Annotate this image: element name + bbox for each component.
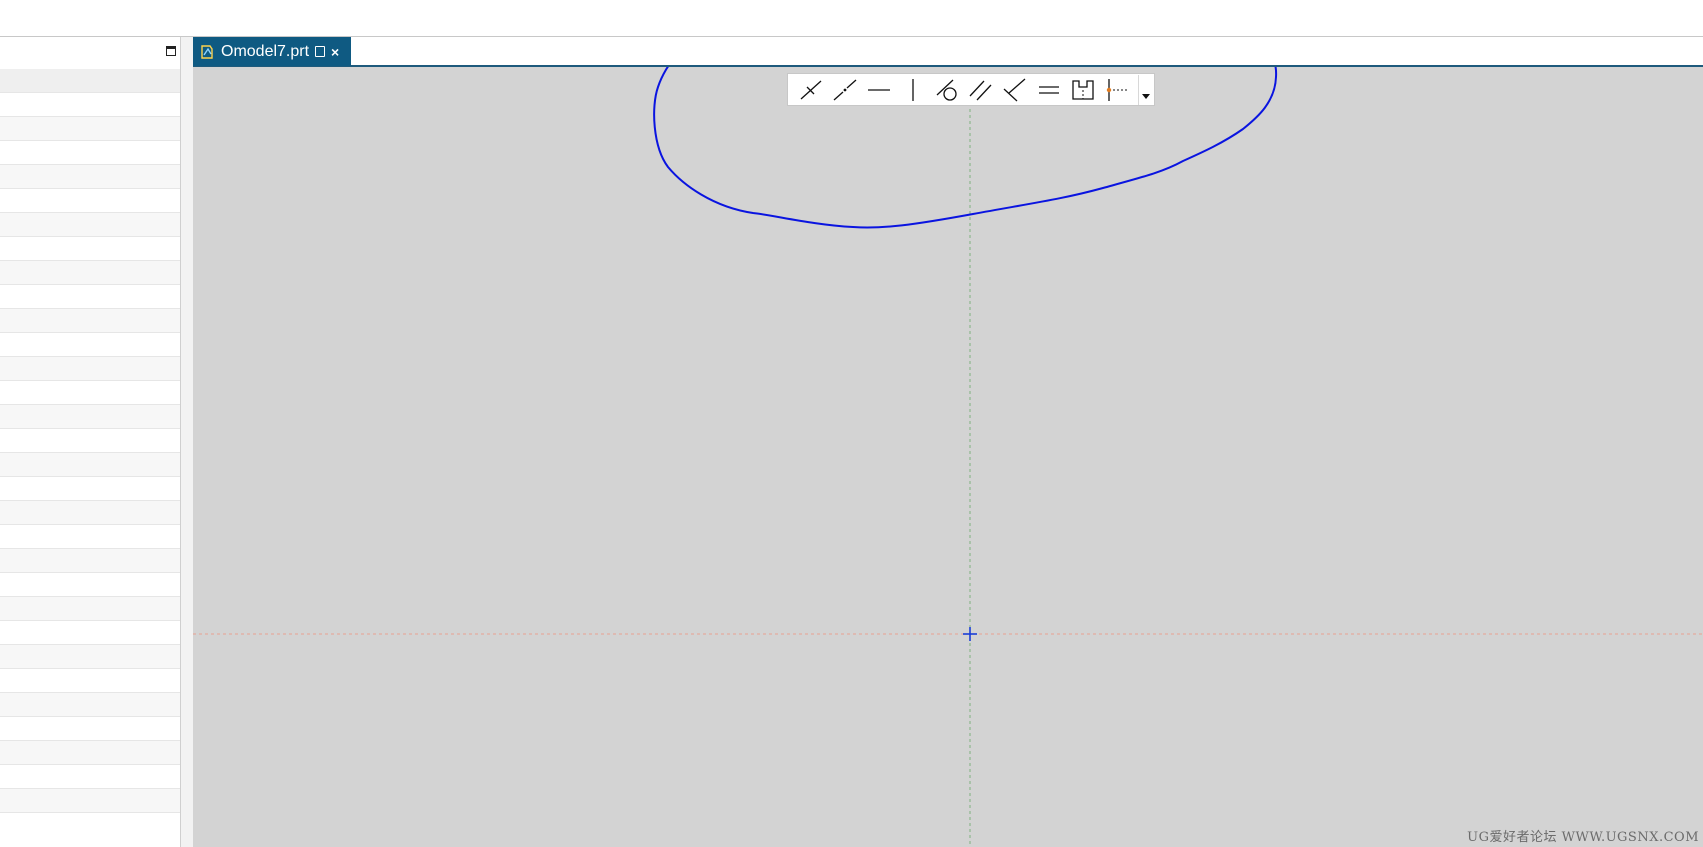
list-item[interactable] xyxy=(0,621,180,645)
navigator-list xyxy=(0,69,180,813)
document-tabbar: Omodel7.prt × xyxy=(193,37,1703,67)
tab-modified-icon xyxy=(315,46,326,57)
sketch-canvas xyxy=(193,67,1703,847)
list-item[interactable] xyxy=(0,549,180,573)
panel-header xyxy=(0,37,180,69)
list-item[interactable] xyxy=(0,93,180,117)
document-tab[interactable]: Omodel7.prt × xyxy=(193,37,351,66)
horizontal-constraint-button[interactable] xyxy=(862,75,896,105)
list-item[interactable] xyxy=(0,693,180,717)
list-item[interactable] xyxy=(0,141,180,165)
perpendicular-constraint-button[interactable] xyxy=(998,75,1032,105)
parallel-icon xyxy=(969,80,992,100)
list-item[interactable] xyxy=(0,333,180,357)
list-item[interactable] xyxy=(0,525,180,549)
list-item[interactable] xyxy=(0,213,180,237)
list-item[interactable] xyxy=(0,165,180,189)
point-on-string-button[interactable] xyxy=(1100,75,1134,105)
midpoint-constraint-button[interactable] xyxy=(1066,75,1100,105)
navigator-column-header[interactable] xyxy=(0,69,180,93)
list-item[interactable] xyxy=(0,381,180,405)
origin-marker xyxy=(963,627,977,641)
ribbon-area xyxy=(0,0,1703,37)
equal-length-icon xyxy=(1039,85,1059,94)
list-item[interactable] xyxy=(0,501,180,525)
vertical-icon xyxy=(912,78,914,101)
list-item[interactable] xyxy=(0,717,180,741)
list-item[interactable] xyxy=(0,309,180,333)
parallel-constraint-button[interactable] xyxy=(964,75,998,105)
list-item[interactable] xyxy=(0,573,180,597)
list-item[interactable] xyxy=(0,765,180,789)
more-tools-dropdown[interactable] xyxy=(1138,74,1152,105)
tab-title: Omodel7.prt xyxy=(221,42,310,60)
vertical-constraint-button[interactable] xyxy=(896,75,930,105)
midpoint-icon xyxy=(1072,79,1094,100)
list-item[interactable] xyxy=(0,405,180,429)
list-item[interactable] xyxy=(0,189,180,213)
list-item[interactable] xyxy=(0,645,180,669)
coincident-constraint-button[interactable] xyxy=(794,75,828,105)
list-item[interactable] xyxy=(0,237,180,261)
list-item[interactable] xyxy=(0,669,180,693)
list-item[interactable] xyxy=(0,429,180,453)
tangent-icon xyxy=(936,79,957,101)
point-on-curve-button[interactable] xyxy=(828,75,862,105)
equal-length-button[interactable] xyxy=(1032,75,1066,105)
watermark: UG爱好者论坛 WWW.UGSNX.COM xyxy=(1467,830,1699,845)
sketch-constraints-toolbar xyxy=(787,73,1155,106)
panel-splitter[interactable] xyxy=(181,37,193,847)
maximize-icon[interactable] xyxy=(166,46,176,56)
graphics-window[interactable]: UG爱好者论坛 WWW.UGSNX.COM xyxy=(193,67,1703,847)
point-on-curve-icon xyxy=(833,79,857,100)
list-item[interactable] xyxy=(0,285,180,309)
list-item[interactable] xyxy=(0,789,180,813)
list-item[interactable] xyxy=(0,261,180,285)
list-item[interactable] xyxy=(0,477,180,501)
part-file-icon xyxy=(201,44,213,59)
horizontal-icon xyxy=(868,88,890,91)
close-tab-icon[interactable]: × xyxy=(331,44,339,60)
dropdown-arrow-icon xyxy=(1141,93,1150,99)
list-item[interactable] xyxy=(0,357,180,381)
coincident-icon xyxy=(800,80,822,99)
list-item[interactable] xyxy=(0,741,180,765)
tangent-constraint-button[interactable] xyxy=(930,75,964,105)
point-on-string-icon xyxy=(1106,78,1129,101)
part-navigator-panel xyxy=(0,37,181,847)
perpendicular-icon xyxy=(1003,78,1026,101)
list-item[interactable] xyxy=(0,597,180,621)
list-item[interactable] xyxy=(0,453,180,477)
list-item[interactable] xyxy=(0,117,180,141)
